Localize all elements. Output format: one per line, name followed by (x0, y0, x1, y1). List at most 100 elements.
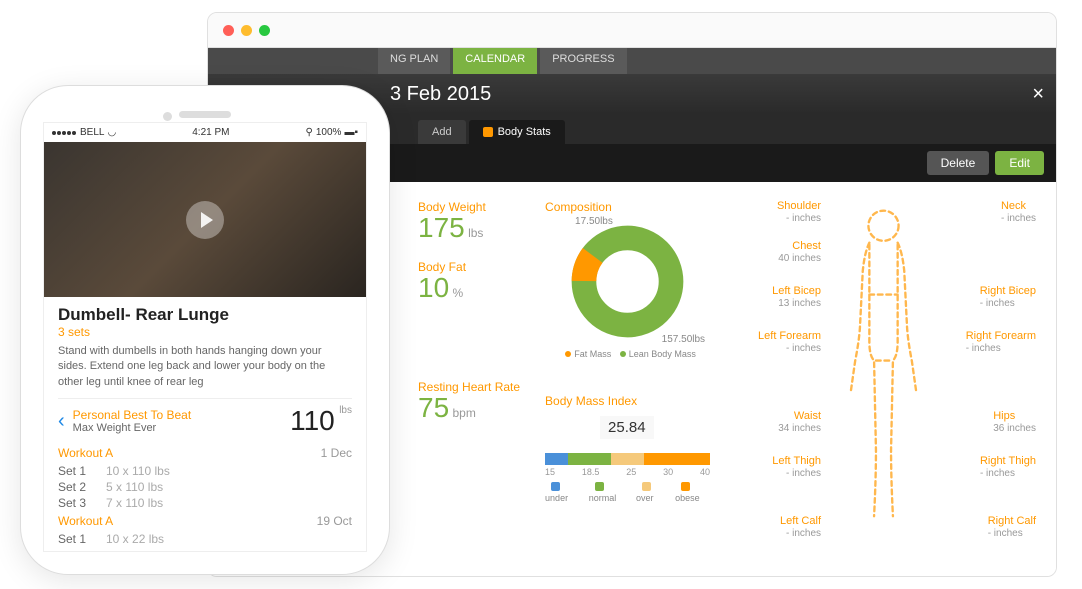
pb-unit: lbs (339, 405, 352, 416)
measure-chest: Chest40 inches (716, 240, 821, 264)
neck-label: Neck (1001, 200, 1036, 212)
window-min-icon[interactable] (241, 25, 252, 36)
shoulder-label: Shoulder (716, 200, 821, 212)
set-number: Set 3 (58, 496, 96, 510)
tab-body-stats[interactable]: Body Stats (469, 120, 565, 144)
left-thigh-label: Left Thigh (716, 455, 821, 467)
back-arrow-icon[interactable]: ‹ (58, 410, 65, 433)
bmi-legend-under: under (545, 493, 568, 503)
workout-name: Workout A (58, 446, 113, 460)
tab-body-stats-label: Body Stats (498, 126, 551, 138)
exercise-description: Stand with dumbells in both hands hangin… (58, 344, 352, 390)
wifi-icon: ◡ (107, 127, 116, 138)
hips-label: Hips (993, 410, 1036, 422)
resting-hr-value: 75 (418, 392, 449, 423)
composition-column: Composition 17.50lbs 157.50lbs Fat Mass … (545, 200, 710, 558)
lean-mass-legend: Lean Body Mass (629, 349, 696, 359)
set-value: 5 x 110 lbs (106, 480, 163, 494)
workout-date: 1 Dec (321, 446, 352, 460)
carrier-label: BELL (80, 127, 104, 138)
left-forearm-val: - inches (786, 343, 821, 354)
right-thigh-val: - inches (980, 468, 1015, 479)
bmi-tick: 25 (626, 467, 636, 477)
workout-date: 19 Oct (317, 514, 352, 528)
set-value: 7 x 110 lbs (106, 496, 163, 510)
nav-progress[interactable]: PROGRESS (540, 48, 626, 74)
composition-label: Composition (545, 200, 710, 214)
waist-val: 34 inches (778, 423, 821, 434)
workout-row[interactable]: Workut A5 Oct (58, 547, 352, 552)
body-measurements: Shoulder- inches Neck- inches Chest40 in… (716, 200, 1036, 550)
body-weight-unit: lbs (468, 226, 483, 240)
right-bicep-val: - inches (980, 298, 1015, 309)
workout-name: Workout A (58, 514, 113, 528)
left-calf-val: - inches (786, 528, 821, 539)
neck-val: - inches (1001, 213, 1036, 224)
body-outline-icon (836, 205, 931, 535)
bmi-value: 25.84 (600, 416, 654, 439)
phone-mockup: BELL ◡ 4:21 PM ⚲ 100% ▬▪ Dumbell- Rear L… (20, 85, 390, 575)
personal-best-row[interactable]: ‹ Personal Best To Beat Max Weight Ever … (58, 398, 352, 443)
pb-value: 110 (290, 405, 335, 436)
bmi-tick: 15 (545, 467, 555, 477)
nav-calendar[interactable]: CALENDAR (453, 48, 537, 74)
set-row: Set 110 x 22 lbs (58, 531, 352, 547)
bmi-obese-seg (644, 453, 710, 465)
right-bicep-label: Right Bicep (980, 285, 1036, 297)
stat-body-weight: Body Weight 175 lbs (418, 200, 520, 242)
measure-neck: Neck- inches (1001, 200, 1036, 224)
set-number: Set 1 (58, 464, 96, 478)
phone-screen: BELL ◡ 4:21 PM ⚲ 100% ▬▪ Dumbell- Rear L… (43, 122, 367, 552)
status-bar: BELL ◡ 4:21 PM ⚲ 100% ▬▪ (44, 123, 366, 142)
right-calf-val: - inches (988, 528, 1023, 539)
right-forearm-label: Right Forearm (966, 330, 1036, 342)
set-row: Set 2 5 x 110 lbs (58, 479, 352, 495)
measure-hips: Hips36 inches (993, 410, 1036, 434)
bmi-normal-seg (568, 453, 611, 465)
close-icon[interactable]: × (1032, 83, 1044, 106)
set-row: Set 3 7 x 110 lbs (58, 495, 352, 511)
fat-mass-value: 17.50lbs (575, 216, 613, 227)
measure-waist: Waist34 inches (716, 410, 821, 434)
delete-button[interactable]: Delete (927, 151, 990, 175)
measure-left-forearm: Left Forearm- inches (716, 330, 821, 354)
battery-label: 100% (316, 127, 342, 138)
phone-speaker-icon (179, 111, 231, 118)
nav-training-plan[interactable]: NG PLAN (378, 48, 450, 74)
measure-left-calf: Left Calf- inches (716, 515, 821, 539)
left-bicep-label: Left Bicep (716, 285, 821, 297)
browser-titlebar (208, 13, 1056, 48)
phone-camera-icon (163, 112, 172, 121)
bmi-legend-obese: obese (675, 493, 700, 503)
over-dot-icon (642, 482, 651, 491)
exercise-video-thumbnail[interactable] (44, 142, 366, 297)
window-max-icon[interactable] (259, 25, 270, 36)
bluetooth-icon: ⚲ (306, 127, 313, 138)
left-bicep-val: 13 inches (778, 298, 821, 309)
workout-date: 5 Oct (323, 550, 352, 552)
right-forearm-val: - inches (966, 343, 1001, 354)
workout-row[interactable]: Workout A 19 Oct (58, 511, 352, 531)
bmi-over-seg (611, 453, 644, 465)
tab-add[interactable]: Add (418, 120, 466, 144)
measure-left-thigh: Left Thigh- inches (716, 455, 821, 479)
lean-mass-dot-icon (620, 351, 626, 357)
set-value: 10 x 110 lbs (106, 464, 170, 478)
bmi-legend-over: over (636, 493, 654, 503)
fat-mass-dot-icon (565, 351, 571, 357)
pb-label: Personal Best To Beat (73, 408, 290, 422)
waist-label: Waist (716, 410, 821, 422)
normal-dot-icon (595, 482, 604, 491)
edit-button[interactable]: Edit (995, 151, 1044, 175)
window-close-icon[interactable] (223, 25, 234, 36)
main-nav: NG PLAN CALENDAR PROGRESS (208, 48, 1056, 74)
composition-donut-chart: 17.50lbs 157.50lbs (570, 224, 685, 339)
bmi-section: Body Mass Index 25.84 15 18.5 25 30 40 u… (545, 394, 710, 503)
set-number: Set 2 (58, 480, 96, 494)
bmi-bar-chart (545, 453, 710, 465)
status-time: 4:21 PM (192, 127, 229, 138)
play-icon[interactable] (186, 201, 224, 239)
bmi-under-seg (545, 453, 568, 465)
set-row: Set 1 10 x 110 lbs (58, 463, 352, 479)
workout-row[interactable]: Workout A 1 Dec (58, 443, 352, 463)
